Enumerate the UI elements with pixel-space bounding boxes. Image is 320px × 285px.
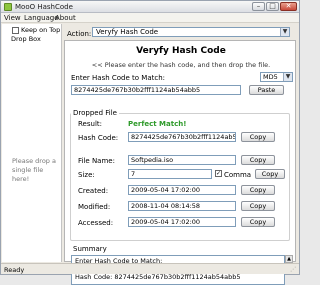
action-value: Veryfy Hash Code <box>96 28 159 36</box>
minimize-button[interactable]: – <box>252 2 265 11</box>
copy-filename-button[interactable]: Copy <box>241 155 275 165</box>
drop-box-pane[interactable]: Keep on Top Drop Box Please drop a singl… <box>2 24 62 262</box>
copy-size-button[interactable]: Copy <box>255 169 285 179</box>
menu-about[interactable]: About <box>55 14 76 22</box>
comma-label: Comma <box>224 171 252 179</box>
panel-title: Veryfy Hash Code <box>136 46 226 56</box>
created-label: Created: <box>78 187 109 195</box>
hashcode-field[interactable]: 8274425de767b30b2fff1124ab54abb5 <box>128 132 236 142</box>
status-bar: Ready ⋰ <box>1 263 299 274</box>
menu-language[interactable]: Language <box>24 14 59 22</box>
copy-accessed-button[interactable]: Copy <box>241 217 275 227</box>
scroll-up-icon[interactable]: ▲ <box>285 255 293 263</box>
copy-hashcode-button[interactable]: Copy <box>241 132 275 142</box>
status-text: Ready <box>4 266 25 274</box>
modified-label: Modified: <box>78 203 111 211</box>
keep-on-top-checkbox[interactable] <box>12 27 19 34</box>
chevron-down-icon[interactable]: ▼ <box>283 73 292 81</box>
result-label: Result: <box>78 120 102 128</box>
resize-grip-icon[interactable]: ⋰ <box>290 266 297 273</box>
keep-on-top-label: Keep on Top <box>21 26 61 34</box>
summary-legend: Summary <box>71 245 109 253</box>
drop-box-label: Drop Box <box>11 35 41 43</box>
app-window: MooO HashCode – □ ✕ View Language About … <box>0 0 300 285</box>
hashcode-label: Hash Code: <box>78 134 119 142</box>
filename-field[interactable]: Softpedia.iso <box>128 155 236 165</box>
algorithm-value: MD5 <box>263 73 278 81</box>
close-button[interactable]: ✕ <box>280 2 297 11</box>
app-icon <box>4 3 12 11</box>
window-title: MooO HashCode <box>15 3 73 11</box>
dropped-file-legend: Dropped File <box>71 109 119 117</box>
filename-label: File Name: <box>78 157 115 165</box>
chevron-down-icon[interactable]: ▼ <box>280 28 289 36</box>
accessed-label: Accessed: <box>78 219 114 227</box>
accessed-field[interactable]: 2009-05-04 17:02:00 <box>128 217 236 227</box>
result-value: Perfect Match! <box>128 120 187 128</box>
copy-modified-button[interactable]: Copy <box>241 201 275 211</box>
size-label: Size: <box>78 171 95 179</box>
copy-created-button[interactable]: Copy <box>241 185 275 195</box>
panel-subtitle: << Please enter the hash code, and then … <box>91 61 271 69</box>
drop-hint-text: Please drop a single file here! <box>12 157 56 183</box>
maximize-button[interactable]: □ <box>266 2 279 11</box>
verify-panel: Veryfy Hash Code << Please enter the has… <box>64 40 296 285</box>
algorithm-dropdown[interactable]: MD5 ▼ <box>260 72 293 82</box>
action-label: Action: <box>67 30 92 38</box>
comma-checkbox[interactable]: ✓ <box>215 170 222 177</box>
summary-line: Hash Code: 8274425de767b30b2fff1124ab54a… <box>75 273 241 281</box>
hash-code-input[interactable]: 8274425de767b30b2fff1124ab54abb5 <box>71 85 241 95</box>
created-field[interactable]: 2009-05-04 17:02:00 <box>128 185 236 195</box>
paste-button[interactable]: Paste <box>249 85 284 95</box>
title-bar[interactable]: MooO HashCode – □ ✕ <box>1 1 299 13</box>
hash-input-label: Enter Hash Code to Match: <box>71 74 165 82</box>
main-pane: Action: Veryfy Hash Code ▼ Veryfy Hash C… <box>64 24 298 285</box>
modified-field[interactable]: 2008-11-04 08:14:58 <box>128 201 236 211</box>
action-dropdown[interactable]: Veryfy Hash Code ▼ <box>92 27 290 37</box>
menu-bar: View Language About <box>1 13 299 23</box>
size-field[interactable]: 7 <box>128 169 212 179</box>
menu-view[interactable]: View <box>4 14 21 22</box>
